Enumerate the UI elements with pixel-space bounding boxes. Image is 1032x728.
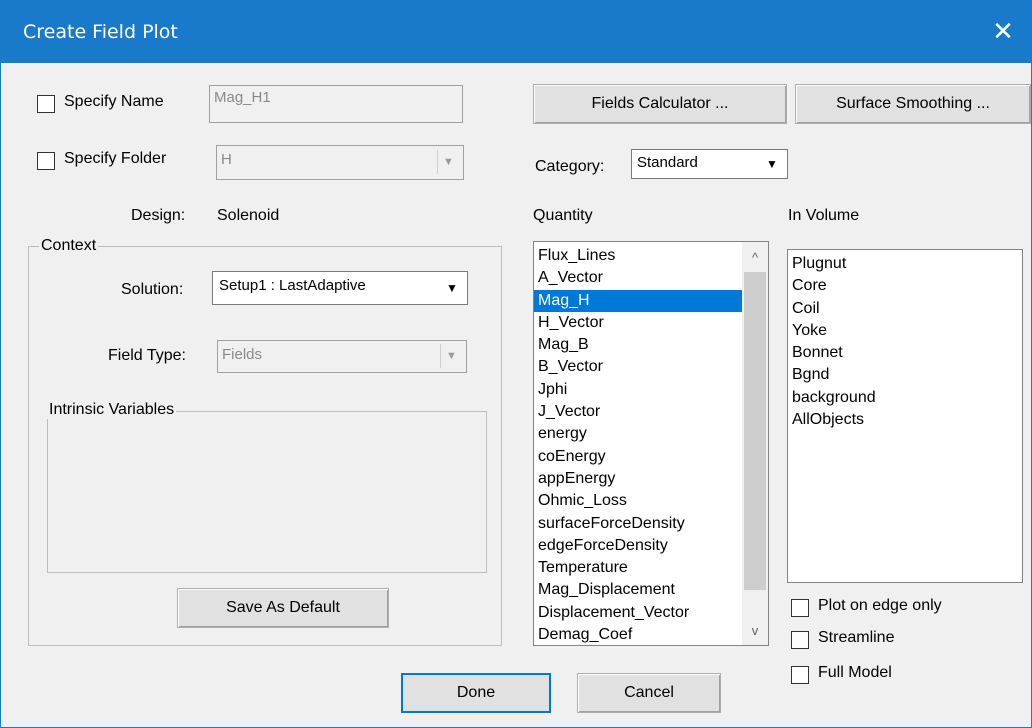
folder-combo-value: H (221, 151, 232, 168)
streamline-checkbox[interactable] (791, 631, 809, 649)
list-item[interactable]: Coil (788, 298, 1022, 320)
list-item[interactable]: Yoke (788, 320, 1022, 342)
list-item[interactable]: edgeForceDensity (534, 535, 768, 557)
list-item[interactable]: background (788, 387, 1022, 409)
intrinsic-variables-title: Intrinsic Variables (47, 401, 177, 419)
list-item[interactable]: A_Vector (534, 267, 768, 289)
list-item[interactable]: Ohmic_Loss (534, 490, 768, 512)
list-item[interactable]: Temperature (534, 557, 768, 579)
intrinsic-variables-group (47, 411, 487, 573)
list-item[interactable]: appEnergy (534, 468, 768, 490)
save-as-default-button[interactable]: Save As Default (177, 588, 389, 628)
list-item[interactable]: Mag_Displacement (534, 579, 768, 601)
list-item[interactable]: Displacement_Vector (534, 602, 768, 624)
chevron-down-icon: ▼ (437, 150, 459, 174)
close-button[interactable]: ✕ (975, 1, 1031, 63)
list-item[interactable]: Jphi (534, 379, 768, 401)
title-bar: Create Field Plot ✕ (1, 1, 1031, 63)
chevron-down-icon: ▼ (440, 344, 462, 368)
field-type-combo[interactable]: Fields ▼ (217, 340, 467, 373)
create-field-plot-dialog: Create Field Plot ✕ Specify Name Mag_H1 … (0, 0, 1032, 728)
list-item-selected[interactable]: Mag_H (534, 289, 742, 312)
solution-value: Setup1 : LastAdaptive (219, 277, 366, 294)
list-item[interactable]: B_Vector (534, 356, 768, 378)
quantity-label: Quantity (533, 207, 593, 224)
list-item[interactable]: Core (788, 275, 1022, 297)
list-item[interactable]: Bonnet (788, 342, 1022, 364)
surface-smoothing-button[interactable]: Surface Smoothing ... (795, 84, 1031, 124)
list-item[interactable]: surfaceForceDensity (534, 513, 768, 535)
window-title: Create Field Plot (23, 21, 178, 43)
chevron-down-icon: ▼ (766, 157, 778, 171)
full-model-checkbox[interactable] (791, 666, 809, 684)
cancel-button[interactable]: Cancel (577, 673, 721, 713)
scroll-thumb[interactable] (744, 272, 766, 590)
quantity-listbox[interactable]: Flux_Lines A_Vector Mag_H H_Vector Mag_B… (533, 241, 769, 646)
design-value: Solenoid (217, 207, 280, 224)
list-item[interactable]: Bgnd (788, 364, 1022, 386)
scroll-up-icon[interactable]: ^ (742, 242, 768, 272)
list-item[interactable]: H_Vector (534, 312, 768, 334)
field-type-value: Fields (222, 346, 263, 363)
design-label: Design: (131, 207, 186, 224)
plot-on-edge-only-checkbox[interactable] (791, 599, 809, 617)
list-item[interactable]: Mag_B (534, 334, 768, 356)
list-item[interactable]: energy (534, 423, 768, 445)
quantity-scrollbar[interactable]: ^ v (742, 242, 768, 645)
list-item[interactable]: Plugnut (788, 253, 1022, 275)
solution-select[interactable]: Setup1 : LastAdaptive ▼ (212, 271, 468, 305)
specify-folder-label: Specify Folder (64, 150, 167, 167)
plot-on-edge-only-label: Plot on edge only (818, 597, 942, 614)
full-model-label: Full Model (818, 664, 892, 681)
list-item[interactable]: Demag_Coef (534, 624, 768, 645)
in-volume-label: In Volume (788, 207, 860, 224)
folder-combo[interactable]: H ▼ (216, 145, 464, 180)
list-item[interactable]: coEnergy (534, 446, 768, 468)
streamline-label: Streamline (818, 629, 895, 646)
category-select[interactable]: Standard ▼ (631, 149, 788, 179)
specify-name-checkbox[interactable] (37, 95, 55, 113)
fields-calculator-button[interactable]: Fields Calculator ... (533, 84, 787, 124)
category-label: Category: (535, 158, 605, 175)
list-item[interactable]: J_Vector (534, 401, 768, 423)
specify-name-label: Specify Name (64, 93, 164, 110)
done-button[interactable]: Done (401, 673, 551, 713)
scroll-down-icon[interactable]: v (742, 615, 768, 645)
name-input[interactable]: Mag_H1 (209, 85, 463, 123)
category-value: Standard (637, 154, 698, 171)
list-item[interactable]: Flux_Lines (534, 245, 768, 267)
in-volume-listbox[interactable]: Plugnut Core Coil Yoke Bonnet Bgnd backg… (787, 249, 1023, 583)
solution-label: Solution: (121, 281, 184, 298)
specify-folder-checkbox[interactable] (37, 152, 55, 170)
context-group-title: Context (39, 237, 99, 255)
close-icon: ✕ (992, 17, 1014, 47)
list-item[interactable]: AllObjects (788, 409, 1022, 431)
chevron-down-icon: ▼ (446, 281, 458, 295)
field-type-label: Field Type: (108, 347, 186, 364)
